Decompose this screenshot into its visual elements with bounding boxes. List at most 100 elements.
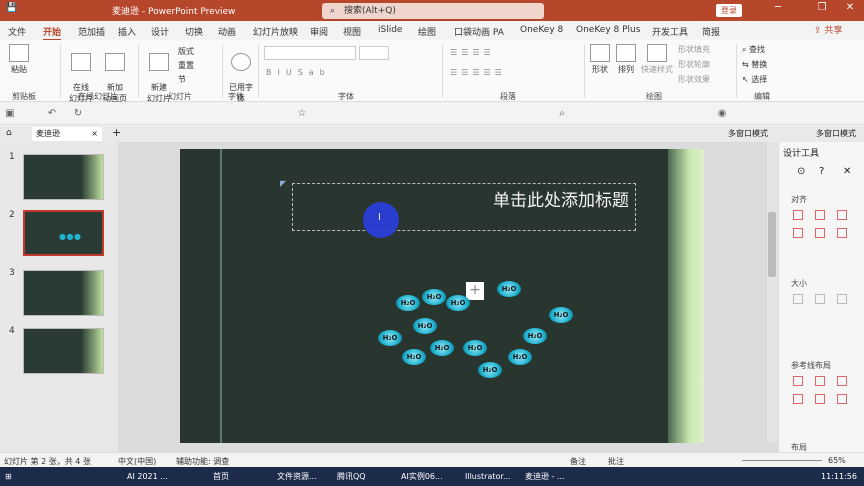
shape-button[interactable]: 形状 [588,44,612,75]
align-icon[interactable] [837,228,847,238]
taskbar-item[interactable]: 腾讯QQ [334,470,369,484]
tab-slideshow[interactable]: 幻灯片放映 [253,25,298,38]
guide-icon[interactable] [815,376,825,386]
taskbar-item[interactable]: 麦迪逊 - ... [522,470,568,484]
molecule-shape[interactable]: H₂O [413,318,437,334]
font-size-select[interactable] [359,46,389,60]
size-icon[interactable] [815,294,825,304]
multi-window-button-2[interactable]: 多窗口模式 [816,128,856,139]
search-icon[interactable]: ⌕ [556,108,568,120]
minimize-icon[interactable]: ─ [768,2,788,13]
tab-devtools[interactable]: 开发工具 [652,25,688,38]
size-icon[interactable] [793,294,803,304]
new-tab-icon[interactable]: + [112,126,121,139]
paste-button[interactable]: 粘贴 [6,44,32,75]
molecule-shape[interactable]: H₂O [478,362,502,378]
restore-icon[interactable]: ❐ [812,2,832,13]
align-icon[interactable] [793,210,803,220]
select-button[interactable]: ↖ 选择 [742,74,767,85]
align-icon[interactable] [793,228,803,238]
tab-file[interactable]: 文件 [8,25,26,38]
molecule-shape[interactable]: H₂O [446,295,470,311]
slide-thumbnail-4[interactable] [23,328,104,374]
section-button[interactable]: 节 [178,74,186,85]
start-icon[interactable]: ⊞ [2,470,15,484]
redo-icon[interactable]: ↻ [72,108,84,120]
taskbar-item[interactable]: AI 2021 ... [124,470,171,484]
multi-window-button-1[interactable]: 多窗口模式 [728,128,768,139]
guide-icon[interactable] [815,394,825,404]
settings-icon[interactable]: ⊙ [797,166,805,177]
tab-insert[interactable]: 插入 [118,25,136,38]
add-element-button[interactable]: + [466,282,484,300]
molecule-shape[interactable]: H₂O [378,330,402,346]
tab-animations[interactable]: 动画 [218,25,236,38]
tab-transitions[interactable]: 切换 [185,25,203,38]
molecule-shape[interactable]: H₂O [422,289,446,305]
quick-style-button[interactable]: 快速样式 [640,44,674,75]
taskbar-item[interactable]: 文件资源... [274,470,320,484]
molecule-shape[interactable]: H₂O [549,307,573,323]
molecule-shape[interactable]: H₂O [396,295,420,311]
guide-icon[interactable] [837,376,847,386]
tab-islide[interactable]: iSlide [378,25,402,35]
close-pane-icon[interactable]: ✕ [843,166,851,177]
language-indicator[interactable]: 中文(中国) [118,456,156,467]
star-icon[interactable]: ☆ [296,108,308,120]
tab-view[interactable]: 视图 [343,25,361,38]
tab-onekey8plus[interactable]: OneKey 8 Plus [576,25,640,35]
molecule-shape[interactable]: H₂O [508,349,532,365]
layout-button[interactable]: 版式 [178,46,194,57]
guide-icon[interactable] [793,376,803,386]
font-format-buttons[interactable]: BIUSab [266,68,331,77]
document-tab[interactable]: 麦迪逊 × [32,127,102,141]
shape-fill-button[interactable]: 形状填充 [678,44,710,55]
align-buttons[interactable]: ☰☰☰☰☰ [450,68,506,77]
vertical-scrollbar[interactable] [767,142,778,442]
slide-thumbnail-2[interactable]: ● ● ● [23,210,104,256]
tab-brief[interactable]: 简报 [702,25,720,38]
slide-thumbnail-1[interactable] [23,154,104,200]
shape-outline-button[interactable]: 形状轮廓 [678,59,710,70]
align-icon[interactable] [815,228,825,238]
tab-draw[interactable]: 绘图 [418,25,436,38]
align-icon[interactable] [837,210,847,220]
list-buttons[interactable]: ☰☰☰☰ [450,48,495,57]
slide-thumbnail-3[interactable] [23,270,104,316]
comments-button[interactable]: 批注 [608,456,624,467]
tab-review[interactable]: 审阅 [310,25,328,38]
find-button[interactable]: ⌕ 查找 [742,44,765,55]
align-icon[interactable] [815,210,825,220]
login-button[interactable]: 登录 [716,4,742,17]
molecule-shape[interactable]: H₂O [402,349,426,365]
molecule-shape[interactable]: H₂O [463,340,487,356]
save-icon[interactable]: ▣ [4,108,16,120]
zoom-slider[interactable] [742,460,822,461]
size-icon[interactable] [837,294,847,304]
title-placeholder[interactable]: 单击此处添加标题 [292,183,636,231]
search-input[interactable]: ⌕ 搜索(Alt+Q) [322,3,544,19]
notes-button[interactable]: 备注 [570,456,586,467]
guide-icon[interactable] [793,394,803,404]
arrange-button[interactable]: 排列 [614,44,638,75]
zoom-level[interactable]: 65% [828,456,846,465]
accessibility-indicator[interactable]: 辅助功能: 调查 [176,456,229,467]
replace-button[interactable]: ⇆ 替换 [742,59,767,70]
globe-icon[interactable]: ◉ [716,108,728,120]
undo-icon[interactable]: ↶ [46,108,58,120]
guide-icon[interactable] [837,394,847,404]
taskbar-item[interactable]: AI实例06... [398,470,446,484]
tab-onekey8[interactable]: OneKey 8 [520,25,563,35]
tab-design[interactable]: 设计 [151,25,169,38]
font-name-select[interactable] [264,46,356,60]
molecule-shape[interactable]: H₂O [430,340,454,356]
molecule-shape[interactable]: H₂O [497,281,521,297]
close-icon[interactable]: ✕ [840,2,860,13]
slide-canvas[interactable]: ◤ 单击此处添加标题 I + H₂O H₂O H₂O H₂O H₂O H₂O H… [180,149,704,443]
taskbar-item[interactable]: 首页 [210,470,232,484]
taskbar-item[interactable]: Illustrator... [462,470,514,484]
tab-fanjia[interactable]: 范加插 [78,25,105,38]
home-icon[interactable]: ⌂ [6,128,12,138]
save-icon[interactable]: 💾 [6,3,17,13]
share-button[interactable]: ⇪ 共享 [814,23,842,36]
